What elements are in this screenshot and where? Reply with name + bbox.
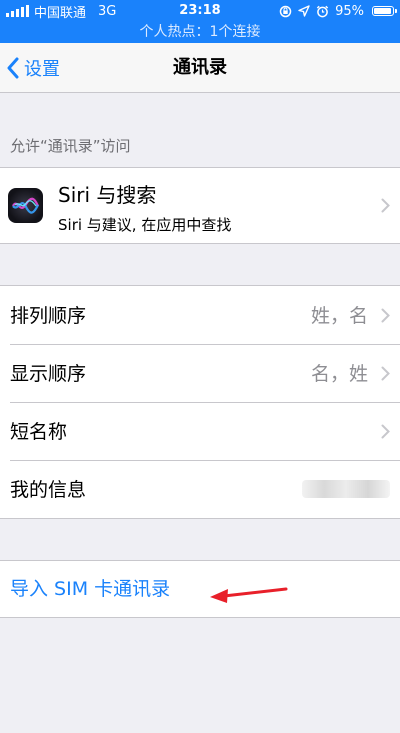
siri-group: Siri 与搜索 Siri 与建议, 在应用中查找: [0, 167, 400, 244]
contacts-settings-screen: 中国联通 3G 23:18 95% 个人热点：1个连接 通讯录 设置 允许“通讯…: [0, 0, 400, 733]
back-button-label: 设置: [24, 59, 60, 80]
import-sim-contacts-button[interactable]: 导入 SIM 卡通讯录: [10, 561, 170, 617]
my-info-cell[interactable]: 我的信息: [0, 460, 400, 518]
rotation-lock-icon: [279, 5, 292, 17]
chevron-right-icon: [381, 308, 390, 323]
siri-subtitle: Siri 与建议, 在应用中查找: [58, 216, 232, 234]
my-info-value-redacted: [302, 480, 390, 498]
display-order-cell[interactable]: 显示顺序 名，姓: [0, 344, 400, 402]
location-arrow-icon: [298, 5, 310, 17]
import-sim-cell[interactable]: 导入 SIM 卡通讯录: [0, 561, 400, 617]
section-header-access: 允许“通讯录”访问: [10, 137, 131, 155]
siri-title: Siri 与搜索: [58, 183, 157, 207]
sort-order-value: 姓，名: [310, 305, 368, 327]
status-bar: 中国联通 3G 23:18 95%: [0, 0, 400, 22]
display-order-label: 显示顺序: [10, 363, 87, 385]
page-title: 通讯录: [173, 57, 227, 78]
order-settings-group: 排列顺序 姓，名 显示顺序 名，姓 短名称 我的信息: [0, 285, 400, 519]
sort-order-label: 排列顺序: [10, 305, 87, 327]
siri-search-cell[interactable]: Siri 与搜索 Siri 与建议, 在应用中查找: [0, 168, 400, 243]
chevron-right-icon: [381, 424, 390, 439]
chevron-left-icon: [7, 57, 19, 79]
red-arrow-icon: [210, 587, 288, 603]
back-button[interactable]: 设置: [0, 43, 60, 93]
alarm-icon: [316, 5, 329, 17]
siri-icon: [8, 188, 43, 223]
my-info-label: 我的信息: [10, 479, 87, 501]
hotspot-banner[interactable]: 个人热点：1个连接: [0, 22, 400, 43]
battery-fill: [374, 8, 392, 14]
battery-percent: 95%: [335, 3, 364, 19]
chevron-right-icon: [381, 366, 390, 381]
display-order-value: 名，姓: [310, 363, 368, 385]
status-bar-right: 95%: [279, 3, 397, 19]
short-name-cell[interactable]: 短名称: [0, 402, 400, 460]
sort-order-cell[interactable]: 排列顺序 姓，名: [0, 286, 400, 344]
import-group: 导入 SIM 卡通讯录: [0, 560, 400, 618]
battery-icon: [372, 6, 397, 16]
chevron-right-icon: [381, 198, 390, 213]
navigation-bar: 通讯录 设置: [0, 43, 400, 93]
short-name-label: 短名称: [10, 421, 68, 443]
